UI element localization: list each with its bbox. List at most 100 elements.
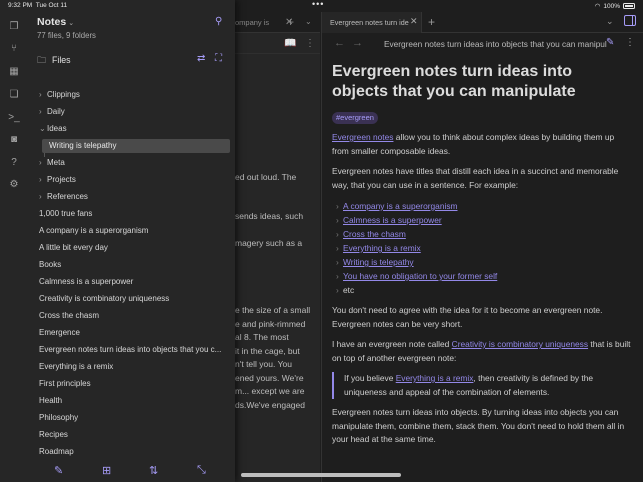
- new-note-icon[interactable]: ✎: [54, 464, 63, 477]
- status-bar: 9:32 PM Tue Oct 11 ••• ◠ 100%: [0, 0, 643, 12]
- right-sidebar-toggle-icon[interactable]: [624, 15, 636, 26]
- file-item[interactable]: 1,000 true fans: [39, 207, 229, 221]
- home-indicator[interactable]: [241, 473, 401, 477]
- battery-percent: 100%: [603, 2, 620, 10]
- background-text: magery such as a: [235, 238, 303, 248]
- file-explorer: Notes ⌄ 77 files, 9 folders ⚲ 🗀 Files ⇄ ⛶…: [28, 12, 235, 482]
- file-item[interactable]: Creativity is combinatory uniqueness: [39, 292, 229, 306]
- tree-item-label: Recipes: [39, 430, 68, 439]
- tree-item-label: A little bit every day: [39, 243, 108, 252]
- internal-link[interactable]: A company is a superorganism: [343, 201, 458, 211]
- file-item[interactable]: Books: [39, 258, 229, 272]
- chevron-right-icon: ›: [39, 175, 42, 184]
- back-arrow-icon[interactable]: ←: [334, 37, 345, 49]
- new-folder-icon[interactable]: ⊞: [102, 464, 111, 477]
- background-text: ed out loud. The: [235, 172, 297, 182]
- files-label: Files: [52, 55, 71, 65]
- terminal-icon[interactable]: >_: [8, 112, 20, 124]
- chevron-down-icon[interactable]: ⌄: [606, 16, 614, 27]
- file-item[interactable]: A company is a superorganism: [39, 224, 229, 238]
- tree-item-label: Emergence: [39, 328, 80, 337]
- file-item[interactable]: Philosophy: [39, 411, 229, 425]
- ribbon: ❐ ⑂ ▦ ❏ >_ ◙ ? ⚙: [0, 12, 28, 482]
- file-item[interactable]: A little bit every day: [39, 241, 229, 255]
- status-time: 9:32 PM Tue Oct 11: [8, 2, 68, 9]
- graph-icon[interactable]: ⑂: [8, 43, 20, 55]
- tree-item-label: First principles: [39, 379, 91, 388]
- reading-view-icon[interactable]: 📖: [284, 38, 296, 49]
- multitask-dots[interactable]: •••: [312, 0, 324, 9]
- tree-item-label: 1,000 true fans: [39, 209, 93, 218]
- file-item[interactable]: Cross the chasm: [39, 309, 229, 323]
- internal-link[interactable]: Creativity is combinatory uniqueness: [452, 339, 588, 349]
- tree-item-label: Creativity is combinatory uniqueness: [39, 294, 170, 303]
- internal-link[interactable]: Writing is telepathy: [343, 257, 414, 267]
- internal-link[interactable]: Everything is a remix: [396, 373, 474, 383]
- background-pane: ompany is ✕ + ⌄ 📖 ⋮ ed out loud. The sen…: [235, 12, 320, 482]
- sort-icon[interactable]: ⇅: [149, 464, 158, 477]
- expand-icon[interactable]: ⛶: [215, 53, 222, 64]
- pin-icon[interactable]: ⚲: [215, 16, 222, 27]
- new-tab-icon[interactable]: +: [287, 15, 294, 29]
- file-item[interactable]: Everything is a remix: [39, 360, 229, 374]
- file-item[interactable]: First principles: [39, 377, 229, 391]
- note-content: Evergreen notes turn ideas into objects …: [332, 62, 632, 454]
- file-item[interactable]: Calmness is a superpower: [39, 275, 229, 289]
- list-item: etc: [336, 283, 632, 297]
- note-tab[interactable]: Evergreen notes turn ide ✕: [322, 12, 422, 33]
- camera-icon[interactable]: ◙: [8, 134, 20, 146]
- tree-item-label: Daily: [47, 107, 65, 116]
- chevron-down-icon[interactable]: ⌄: [305, 17, 312, 26]
- vault-switcher[interactable]: Notes ⌄: [37, 16, 74, 28]
- file-item[interactable]: Emergence: [39, 326, 229, 340]
- copy-icon[interactable]: ❏: [8, 89, 20, 101]
- internal-link[interactable]: Cross the chasm: [343, 229, 406, 239]
- status-right: ◠ 100%: [595, 2, 635, 10]
- tag-evergreen[interactable]: #evergreen: [332, 112, 378, 124]
- more-options-icon[interactable]: ⋮: [305, 38, 315, 49]
- folder-item[interactable]: › Clippings: [39, 88, 229, 102]
- new-tab-icon[interactable]: +: [428, 15, 435, 29]
- background-text: sends ideas, such: [235, 211, 304, 221]
- tree-item-label: Philosophy: [39, 413, 79, 422]
- file-item[interactable]: Roadmap: [39, 445, 229, 459]
- list-item: Writing is telepathy: [336, 255, 632, 269]
- help-icon[interactable]: ?: [8, 157, 20, 169]
- files-icon[interactable]: ❐: [8, 21, 20, 33]
- folder-item[interactable]: › Daily: [39, 105, 229, 119]
- internal-link[interactable]: Evergreen notes: [332, 132, 393, 142]
- close-tab-icon[interactable]: ✕: [410, 16, 490, 27]
- folder-item[interactable]: › Meta: [39, 156, 229, 170]
- tree-item-label: Meta: [47, 158, 65, 167]
- list-item: Calmness is a superpower: [336, 213, 632, 227]
- left-sidebar: ❐ ⑂ ▦ ❏ >_ ◙ ? ⚙ Notes ⌄ 77 files, 9 fold…: [0, 0, 235, 482]
- forward-arrow-icon[interactable]: →: [352, 37, 363, 49]
- folder-item[interactable]: › Projects: [39, 173, 229, 187]
- background-text: e the size of a small e and pink-rimmed …: [235, 305, 311, 410]
- file-item[interactable]: Health: [39, 394, 229, 408]
- background-tab-bar: ompany is ✕ + ⌄: [235, 12, 320, 33]
- background-tab-title[interactable]: ompany is: [235, 18, 269, 27]
- file-item[interactable]: Evergreen notes turn ideas into objects …: [39, 343, 229, 357]
- note-nav-bar: ← → Evergreen notes turn ideas into obje…: [322, 34, 643, 54]
- note-tab-bar: Evergreen notes turn ide ✕ + ⌄: [322, 12, 643, 33]
- internal-link[interactable]: Calmness is a superpower: [343, 215, 442, 225]
- internal-link[interactable]: You have no obligation to your former se…: [343, 271, 497, 281]
- note-pane: Evergreen notes turn ide ✕ + ⌄ ← → Everg…: [321, 12, 643, 482]
- list-item: You have no obligation to your former se…: [336, 269, 632, 283]
- file-item[interactable]: Writing is telepathy: [42, 139, 230, 153]
- chevron-down-icon: ⌄: [39, 124, 46, 133]
- collapse-all-icon[interactable]: ⤡: [197, 464, 206, 477]
- tree-item-label: Health: [39, 396, 63, 405]
- chevron-down-icon: ⌄: [68, 20, 75, 27]
- internal-link[interactable]: Everything is a remix: [343, 243, 421, 253]
- tree-item-label: Clippings: [47, 90, 80, 99]
- more-options-icon[interactable]: ⋮: [625, 37, 635, 48]
- sort-swap-icon[interactable]: ⇄: [197, 53, 205, 64]
- file-item[interactable]: Recipes: [39, 428, 229, 442]
- edit-pencil-icon[interactable]: ✎: [606, 37, 614, 48]
- folder-item[interactable]: ⌄Ideas: [39, 122, 229, 136]
- calendar-icon[interactable]: ▦: [8, 66, 20, 78]
- folder-item[interactable]: › References: [39, 190, 229, 204]
- settings-icon[interactable]: ⚙: [8, 179, 20, 191]
